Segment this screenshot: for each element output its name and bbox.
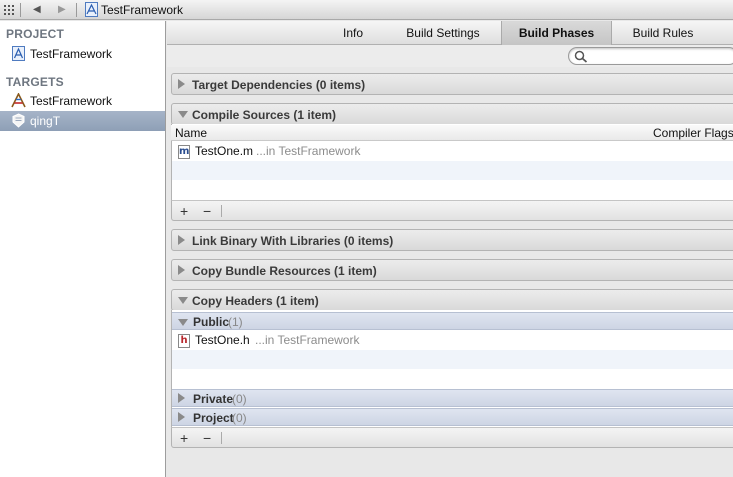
empty-row — [172, 161, 733, 180]
file-location: ...in TestFramework — [256, 144, 361, 158]
table-row[interactable]: m TestOne.m ...in TestFramework — [172, 142, 733, 161]
compile-sources-column-header: Name Compiler Flags — [171, 125, 733, 141]
objc-source-file-icon: m — [178, 145, 190, 159]
footer-separator — [221, 432, 222, 444]
phase-title: Compile Sources (1 item) — [192, 108, 337, 122]
tab-info[interactable]: Info — [333, 21, 373, 45]
phase-title: Target Dependencies (0 items) — [192, 78, 366, 92]
target-label: TestFramework — [30, 94, 113, 108]
back-arrow-icon[interactable]: ◀ — [33, 4, 41, 16]
disclosure-closed-icon[interactable] — [178, 393, 185, 403]
empty-row — [172, 180, 733, 199]
group-count: (0) — [232, 411, 247, 425]
group-count: (1) — [228, 315, 243, 329]
jumpbar-separator — [76, 3, 77, 17]
jumpbar-separator — [20, 3, 21, 17]
tab-build-rules[interactable]: Build Rules — [623, 21, 703, 45]
group-title: Project — [193, 411, 234, 425]
add-button[interactable]: + — [180, 203, 188, 219]
phase-title: Copy Headers (1 item) — [192, 294, 319, 308]
table-row[interactable]: h TestOne.h ...in TestFramework — [172, 331, 733, 350]
tab-build-phases[interactable]: Build Phases — [501, 21, 612, 45]
column-name[interactable]: Name — [175, 126, 207, 140]
framework-target-icon — [12, 113, 25, 128]
project-item-label: TestFramework — [30, 47, 113, 61]
group-public[interactable]: Public (1) — [172, 312, 733, 330]
group-title: Private — [193, 392, 234, 406]
disclosure-closed-icon[interactable] — [178, 235, 185, 245]
breadcrumb-project[interactable]: TestFramework — [101, 3, 183, 17]
remove-button[interactable]: − — [203, 203, 211, 219]
add-button[interactable]: + — [180, 430, 188, 446]
file-name: TestOne.m — [195, 144, 254, 158]
target-item-testframework[interactable]: TestFramework — [0, 91, 165, 111]
phase-title: Copy Bundle Resources (1 item) — [192, 264, 377, 278]
disclosure-closed-icon[interactable] — [178, 79, 185, 89]
disclosure-open-icon[interactable] — [178, 319, 188, 326]
app-target-icon — [11, 93, 26, 108]
filter-row — [167, 45, 733, 67]
compile-sources-footer: + − — [171, 200, 733, 221]
project-heading: PROJECT — [6, 27, 65, 41]
phase-copy-headers[interactable]: Copy Headers (1 item) — [171, 289, 733, 311]
phase-target-dependencies[interactable]: Target Dependencies (0 items) — [171, 73, 733, 95]
disclosure-open-icon[interactable] — [178, 297, 188, 304]
tab-build-settings[interactable]: Build Settings — [395, 21, 491, 45]
phase-copy-bundle-resources[interactable]: Copy Bundle Resources (1 item) — [171, 259, 733, 281]
file-location: ...in TestFramework — [255, 333, 360, 347]
target-label: qingT — [30, 114, 61, 128]
remove-button[interactable]: − — [203, 430, 211, 446]
group-project[interactable]: Project (0) — [172, 408, 733, 426]
file-name: TestOne.h — [195, 333, 250, 347]
project-item[interactable]: TestFramework — [0, 44, 165, 64]
forward-arrow-icon[interactable]: ▶ — [58, 4, 66, 16]
target-item-qingt[interactable]: qingT — [0, 111, 165, 131]
project-file-icon — [12, 46, 25, 61]
editor-tab-bar: Info Build Settings Build Phases Build R… — [167, 21, 733, 45]
empty-row — [172, 369, 733, 388]
targets-heading: TARGETS — [6, 75, 64, 89]
project-navigator: PROJECT TestFramework TARGETS TestFramew… — [0, 21, 166, 477]
header-file-icon: h — [178, 334, 190, 348]
group-count: (0) — [232, 392, 247, 406]
project-file-icon — [85, 2, 98, 17]
disclosure-closed-icon[interactable] — [178, 265, 185, 275]
phase-compile-sources[interactable]: Compile Sources (1 item) — [171, 103, 733, 125]
disclosure-open-icon[interactable] — [178, 111, 188, 118]
related-items-grid-icon[interactable] — [4, 5, 14, 15]
disclosure-closed-icon[interactable] — [178, 412, 185, 422]
jump-bar: ◀ ▶ TestFramework — [0, 0, 733, 20]
empty-row — [172, 350, 733, 369]
group-private[interactable]: Private (0) — [172, 389, 733, 407]
copy-headers-footer: + − — [171, 427, 733, 448]
column-compiler-flags[interactable]: Compiler Flags — [653, 126, 733, 140]
filter-search-field[interactable] — [568, 47, 733, 65]
phase-link-binary[interactable]: Link Binary With Libraries (0 items) — [171, 229, 733, 251]
group-title: Public — [193, 315, 230, 329]
phase-title: Link Binary With Libraries (0 items) — [192, 234, 394, 248]
footer-separator — [221, 205, 222, 217]
magnifier-icon — [574, 50, 588, 63]
